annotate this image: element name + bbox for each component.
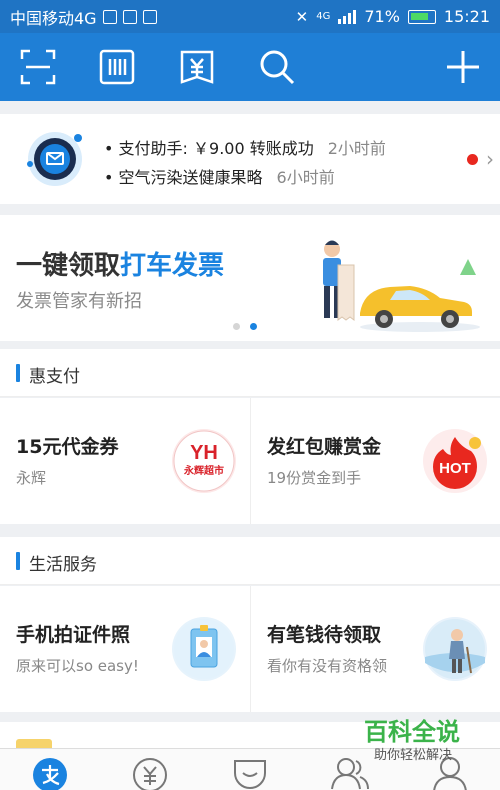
notification-text: 空气污染送健康果略 — [118, 168, 263, 187]
section-tiles: 手机拍证件照 原来可以so easy! 有笔钱待领取 看你有没有资格领 — [0, 586, 500, 712]
gallery-icon — [142, 9, 157, 24]
banner-title-plain: 一键领取 — [16, 251, 121, 281]
message-notification-card[interactable]: • 支付助手: ￥9.00 转账成功 2小时前 • 空气污染送健康果略 6小时前 › — [0, 114, 500, 204]
tile-red-packet[interactable]: 发红包赚赏金 19份赏金到手 HOT — [250, 398, 500, 524]
notification-item: • 支付助手: ￥9.00 转账成功 2小时前 — [104, 139, 386, 158]
section-title: 惠支付 — [29, 367, 80, 387]
koubei-icon[interactable] — [230, 755, 270, 790]
promo-banner[interactable]: 一键领取打车发票 发票管家有新招 — [0, 215, 500, 341]
message-icon — [122, 9, 137, 24]
tile-id-photo[interactable]: 手机拍证件照 原来可以so easy! — [0, 586, 250, 712]
section-marker — [16, 552, 20, 570]
section-header-discount-pay: 惠支付 — [0, 349, 500, 397]
tile-title: 发红包赚赏金 — [267, 436, 382, 458]
assistant-avatar-icon — [20, 128, 90, 190]
watermark-main: 百科全说 — [364, 718, 460, 746]
add-icon[interactable] — [443, 47, 483, 87]
status-bar: 中国移动4G ✕ 4G 71% 15:21 — [0, 0, 500, 33]
silent-icon: ✕ — [295, 7, 309, 26]
unread-badge — [467, 154, 478, 165]
tile-voucher[interactable]: 15元代金券 永辉 YH 永辉超市 — [0, 398, 250, 524]
tile-title: 手机拍证件照 — [16, 624, 131, 646]
carrier-label: 中国移动4G — [10, 8, 97, 28]
banner-title-highlight: 打车发票 — [120, 251, 225, 281]
scan-icon[interactable] — [18, 47, 58, 87]
wealth-yuan-icon[interactable] — [130, 755, 170, 790]
tile-subtitle: 永辉 — [16, 469, 47, 487]
network-type: 4G — [316, 11, 331, 22]
section-marker — [16, 364, 20, 382]
wallet-yuan-icon[interactable] — [177, 47, 217, 87]
hot-badge-icon: HOT — [423, 429, 487, 493]
logo-caption: 永辉超市 — [183, 464, 224, 477]
top-toolbar — [0, 33, 500, 101]
tile-unclaimed-money[interactable]: 有笔钱待领取 看你有没有资格领 — [250, 586, 500, 712]
search-icon[interactable] — [257, 47, 297, 87]
notification-time: 6小时前 — [276, 168, 335, 187]
page-dot[interactable] — [233, 323, 240, 330]
tile-subtitle: 看你有没有资格领 — [267, 657, 388, 675]
elderly-person-icon — [423, 617, 487, 681]
banner-pagination — [233, 323, 257, 330]
alipay-home-icon[interactable] — [30, 755, 70, 790]
tile-subtitle: 19份赏金到手 — [267, 469, 362, 487]
page-dot-active[interactable] — [250, 323, 257, 330]
notification-time: 2小时前 — [327, 139, 386, 158]
battery-percent: 71% — [364, 7, 400, 26]
section-tiles: 15元代金券 永辉 YH 永辉超市 发红包赚赏金 19份赏金到手 HOT — [0, 398, 500, 524]
banner-illustration — [310, 235, 480, 335]
notification-text: 支付助手: ￥9.00 转账成功 — [118, 139, 314, 158]
section-header-life-services: 生活服务 — [0, 537, 500, 585]
clock: 15:21 — [443, 7, 490, 26]
battery-icon — [407, 9, 436, 24]
notification-item: • 空气污染送健康果略 6小时前 — [104, 168, 335, 187]
tile-title: 有笔钱待领取 — [267, 624, 382, 646]
tile-title: 15元代金券 — [16, 436, 119, 458]
logo-text: YH — [190, 442, 218, 464]
section-icon-partial — [16, 739, 52, 748]
signal-icon — [338, 9, 357, 24]
id-photo-icon — [172, 617, 236, 681]
watermark: 百科全说 助你轻松解决 — [356, 712, 476, 763]
logo-text: HOT — [439, 460, 471, 477]
barcode-pay-icon[interactable] — [97, 47, 137, 87]
tile-subtitle: 原来可以so easy! — [16, 657, 139, 675]
banner-title: 一键领取打车发票 — [16, 245, 224, 282]
banner-subtitle: 发票管家有新招 — [16, 291, 142, 312]
yonghui-logo-icon: YH 永辉超市 — [172, 429, 236, 493]
chevron-right-icon: › — [486, 147, 494, 171]
section-title: 生活服务 — [29, 555, 97, 575]
notification-app-icon — [102, 9, 117, 24]
watermark-sub: 助你轻松解决 — [374, 748, 453, 763]
